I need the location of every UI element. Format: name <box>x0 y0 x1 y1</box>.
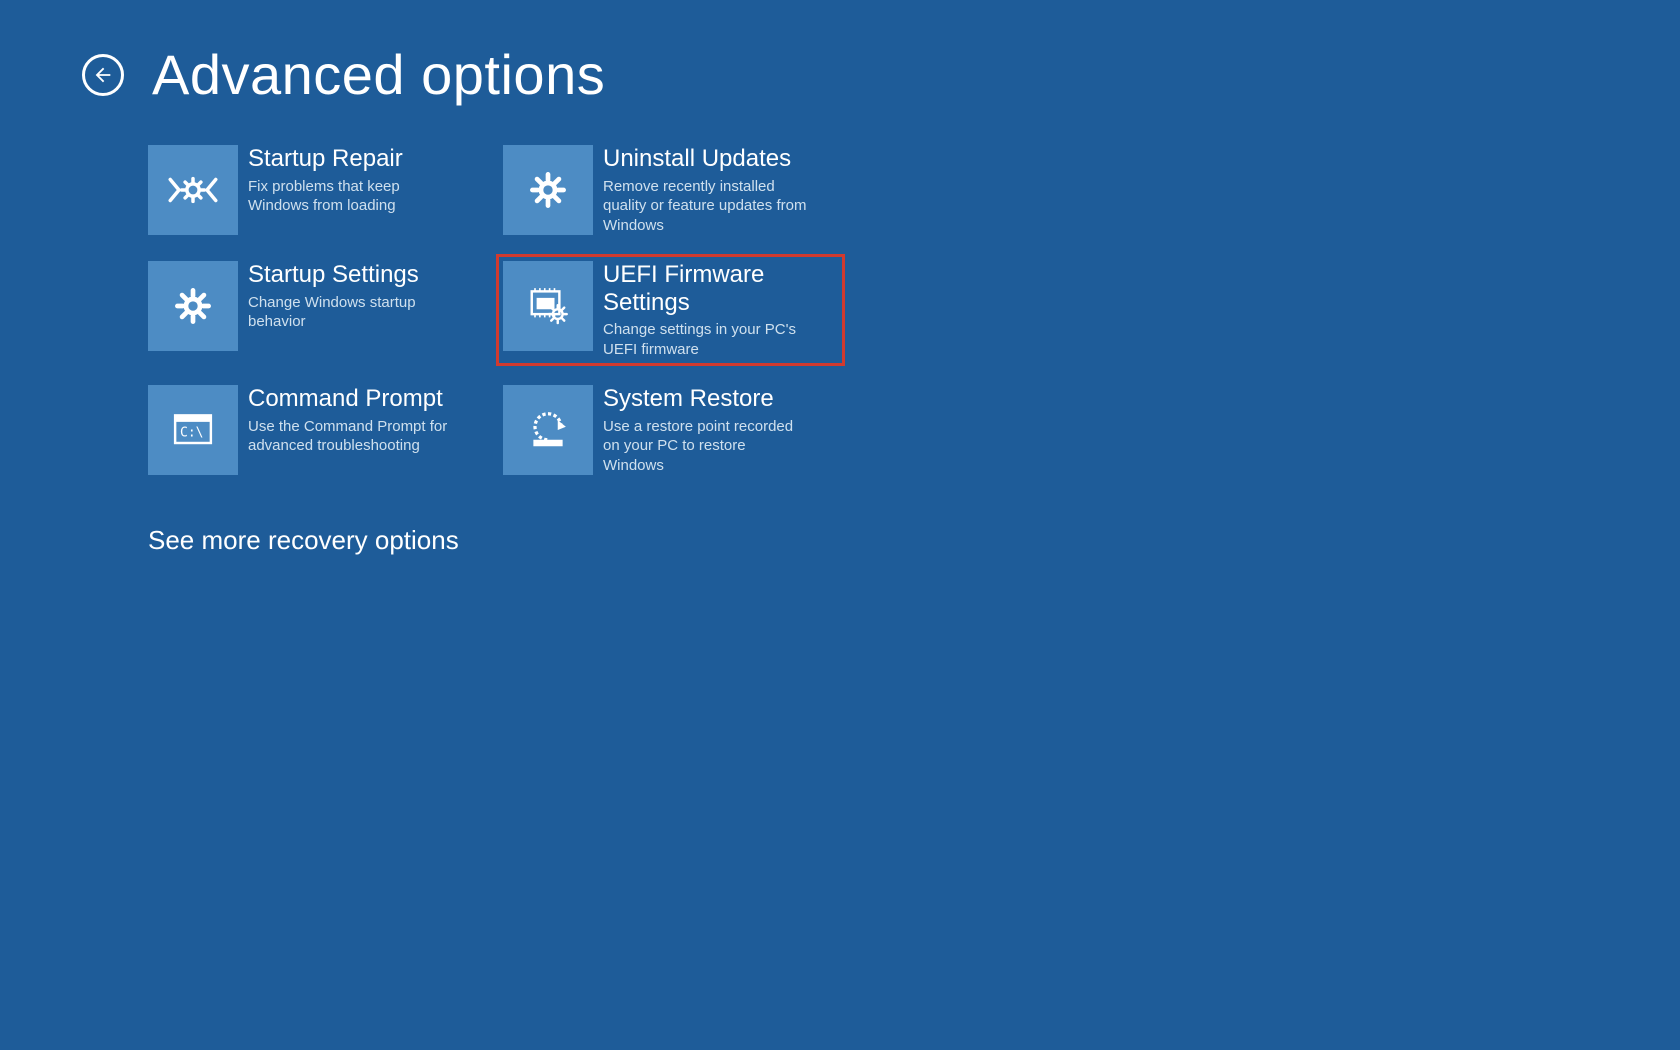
tile-desc: Fix problems that keep Windows from load… <box>248 177 455 216</box>
tile-system-restore[interactable]: System Restore Use a restore point recor… <box>503 385 838 475</box>
tile-title: Startup Settings <box>248 261 455 289</box>
svg-text:C:\: C:\ <box>180 426 203 441</box>
tile-desc: Use the Command Prompt for advanced trou… <box>248 417 455 456</box>
tile-text: Startup Repair Fix problems that keep Wi… <box>238 145 463 216</box>
startup-repair-icon <box>148 145 238 235</box>
tile-startup-settings[interactable]: Startup Settings Change Windows startup … <box>148 261 483 359</box>
tile-text: Command Prompt Use the Command Prompt fo… <box>238 385 463 456</box>
firmware-icon <box>503 261 593 351</box>
tile-command-prompt[interactable]: C:\ Command Prompt Use the Command Promp… <box>148 385 483 475</box>
tile-text: Startup Settings Change Windows startup … <box>238 261 463 332</box>
tile-text: Uninstall Updates Remove recently instal… <box>593 145 818 235</box>
tile-title: Command Prompt <box>248 385 455 413</box>
options-grid: Startup Repair Fix problems that keep Wi… <box>148 145 838 475</box>
tile-desc: Use a restore point recorded on your PC … <box>603 417 810 476</box>
gear-icon <box>503 145 593 235</box>
gear-icon <box>148 261 238 351</box>
cmd-icon: C:\ <box>148 385 238 475</box>
tile-title: UEFI Firmware Settings <box>603 261 810 316</box>
tile-title: System Restore <box>603 385 810 413</box>
tile-desc: Remove recently installed quality or fea… <box>603 177 810 236</box>
see-more-recovery-options[interactable]: See more recovery options <box>148 525 459 556</box>
tile-text: System Restore Use a restore point recor… <box>593 385 818 475</box>
tile-uninstall-updates[interactable]: Uninstall Updates Remove recently instal… <box>503 145 838 235</box>
back-button[interactable] <box>82 54 124 96</box>
tile-uefi-firmware-settings[interactable]: UEFI Firmware Settings Change settings i… <box>503 261 838 359</box>
tile-startup-repair[interactable]: Startup Repair Fix problems that keep Wi… <box>148 145 483 235</box>
page-title: Advanced options <box>152 42 605 107</box>
tile-title: Startup Repair <box>248 145 455 173</box>
tile-text: UEFI Firmware Settings Change settings i… <box>593 261 818 359</box>
header: Advanced options <box>0 0 1680 107</box>
back-arrow-icon <box>92 64 114 86</box>
tile-title: Uninstall Updates <box>603 145 810 173</box>
tile-desc: Change settings in your PC's UEFI firmwa… <box>603 320 810 359</box>
tile-desc: Change Windows startup behavior <box>248 293 455 332</box>
restore-icon <box>503 385 593 475</box>
